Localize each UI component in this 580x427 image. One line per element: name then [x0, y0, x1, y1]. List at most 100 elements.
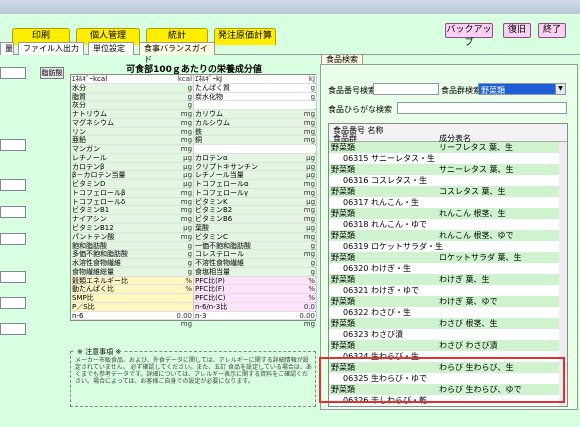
- tab-quantity[interactable]: 量: [0, 42, 14, 55]
- nutrition-label: [194, 101, 263, 109]
- nutrition-label: 一価不飽和脂肪酸: [195, 241, 251, 250]
- nutrition-unit: mg: [303, 232, 316, 241]
- list-item[interactable]: 06316 コスレタス・生: [329, 175, 567, 186]
- nutrition-cell: [194, 145, 317, 153]
- left-field-4[interactable]: [0, 206, 26, 218]
- nutrition-cell: カルシウム mg: [194, 118, 317, 127]
- nutrition-label: たんぱく質: [195, 83, 230, 92]
- nutrition-value: [140, 277, 176, 285]
- left-field-3[interactable]: [0, 179, 26, 191]
- nutrition-value: [140, 119, 176, 127]
- nutrition-cell: PFC比(C)%: [194, 294, 317, 302]
- list-item[interactable]: 06318 れんこん・ゆで: [329, 219, 567, 230]
- tab-file-io[interactable]: ファイル入出力: [18, 42, 84, 55]
- chevron-down-icon[interactable]: ▼: [555, 84, 565, 94]
- list-item[interactable]: 06319 ロケットサラダ・生: [329, 241, 567, 252]
- food-name: 06315 サニーレタス・生: [343, 154, 435, 163]
- notice-box: ※ 注意事項 ※ メーカー市販食品、および、外食データに関しては、アレルギーに関…: [70, 347, 316, 407]
- list-item[interactable]: 野菜類 わさび 根茎、生: [329, 318, 567, 329]
- food-component: わさび 根茎、生: [439, 319, 498, 328]
- list-item[interactable]: 野菜類 わけぎ 葉、生: [329, 274, 567, 285]
- fatty-acid-button[interactable]: 脂肪酸: [40, 67, 64, 79]
- backup-button[interactable]: バックアップ: [445, 23, 493, 48]
- nutrition-value: [263, 145, 299, 153]
- nutrition-unit: mg: [180, 206, 193, 215]
- nutrition-label: ナイアシン: [72, 215, 107, 224]
- nutrition-cell: 脂質 g: [71, 92, 194, 101]
- nutrition-unit: g: [310, 241, 316, 250]
- nutrition-value: [140, 93, 176, 101]
- left-field-5[interactable]: [0, 233, 26, 245]
- nutrition-cell: ナイアシン mg: [71, 215, 194, 223]
- nutrition-unit: mg: [180, 188, 193, 197]
- nutrition-label: 飽和脂肪酸: [72, 241, 107, 250]
- left-field-2[interactable]: [0, 139, 26, 151]
- nutrition-value: [263, 93, 299, 101]
- nutrition-label: 炭水化物: [195, 92, 223, 101]
- food-name: 06318 れんこん・ゆで: [343, 220, 427, 229]
- food-component: リーフレタス 葉、生: [439, 143, 514, 152]
- nutrition-unit: mg: [303, 180, 316, 189]
- list-item[interactable]: 野菜類 コスレタス 葉、生: [329, 186, 567, 197]
- food-name: 06319 ロケットサラダ・生: [343, 242, 443, 251]
- nutrition-value: [140, 206, 176, 214]
- list-item[interactable]: 06321 わけぎ・ゆで: [329, 285, 567, 296]
- nutrition-cell: カロテンβ μg: [71, 162, 194, 171]
- sub-tab-bar: 量 ファイル入出力 単位設定 食事バランスガイド: [0, 42, 580, 64]
- hiragana-input[interactable]: [397, 102, 567, 114]
- list-item[interactable]: 06322 わさび・生: [329, 307, 567, 318]
- list-item[interactable]: 06323 わさび漬: [329, 329, 567, 340]
- list-item[interactable]: 野菜類 れんこん 根茎、ゆで: [329, 230, 567, 241]
- food-number-input[interactable]: [373, 83, 439, 95]
- nutrition-label: 水溶性食物繊維: [72, 259, 121, 267]
- food-component: コスレタス 葉、生: [439, 187, 506, 196]
- nutrition-cell: 銅 mg: [194, 136, 317, 144]
- list-item[interactable]: 野菜類 わけぎ 葉、ゆで: [329, 296, 567, 307]
- nutrition-row: 食物繊維総量 g 食塩相当量 g: [71, 267, 317, 277]
- nutrition-unit: [176, 303, 193, 311]
- list-item[interactable]: 06315 サニーレタス・生: [329, 153, 567, 164]
- nutrition-cell: カロテンα μg: [194, 153, 317, 162]
- left-field-8[interactable]: [0, 323, 26, 335]
- list-item[interactable]: 野菜類 サニーレタス 葉、生: [329, 164, 567, 175]
- nutrition-label: カリウム: [195, 110, 223, 118]
- nutrition-cell: 亜鉛 mg: [71, 136, 194, 144]
- nutrition-label: 葉酸: [195, 224, 209, 232]
- nutrition-unit: %: [308, 285, 316, 294]
- nutrition-label: 動たんぱく比: [72, 285, 114, 294]
- nutrition-label: n-6/n-3比: [195, 302, 228, 311]
- tab-unit-settings[interactable]: 単位設定: [88, 42, 134, 55]
- list-item[interactable]: 06317 れんこん・生: [329, 197, 567, 208]
- nutrition-unit: mg: [303, 118, 316, 127]
- list-item[interactable]: 野菜類 わさび わさび漬: [329, 340, 567, 351]
- food-name: 06317 れんこん・生: [343, 198, 419, 207]
- nutrition-label: マンガン: [72, 145, 100, 153]
- nutrition-cell: 動たんぱく比%: [71, 285, 194, 293]
- nutrition-unit: mg: [303, 206, 316, 215]
- list-item[interactable]: 野菜類 わらび 干しわらび、乾: [329, 406, 567, 407]
- nutrition-unit: %: [308, 276, 316, 285]
- list-item[interactable]: 野菜類 れんこん 根茎、生: [329, 208, 567, 219]
- food-group-select[interactable]: 野菜類 ▼: [478, 83, 566, 95]
- left-field-6[interactable]: [0, 271, 26, 283]
- nutrition-row: ビタミンB12 μg 葉酸 μg: [71, 224, 317, 233]
- exit-button[interactable]: 終了: [538, 23, 566, 38]
- list-item[interactable]: 野菜類 リーフレタス 葉、生: [329, 142, 567, 153]
- list-item[interactable]: 06320 わけぎ・生: [329, 263, 567, 274]
- food-group: 野菜類: [331, 406, 355, 407]
- restore-button[interactable]: 復旧: [503, 23, 531, 38]
- nutrition-cell: トコフェロールβ mg: [71, 188, 194, 197]
- tab-balance-guide[interactable]: 食事バランスガイド: [139, 42, 215, 64]
- nutrition-label: トコフェロールα: [195, 180, 249, 188]
- left-field-7[interactable]: [0, 297, 26, 309]
- nutrition-value: [263, 163, 299, 171]
- list-item[interactable]: 野菜類 ロケットサラダ 葉、生: [329, 252, 567, 263]
- nutrition-unit: μg: [183, 162, 193, 171]
- nutrition-cell: たんぱく質 g: [194, 83, 317, 92]
- nutrition-cell: 炭水化物 g: [194, 92, 317, 101]
- nutrition-cell: ビタミンK μg: [194, 197, 317, 206]
- nutrition-unit: μg: [306, 224, 316, 233]
- nutrition-cell: リン mg: [71, 127, 194, 135]
- nutrition-row: トコフェロールδ mg ビタミンK μg: [71, 197, 317, 207]
- left-field-1[interactable]: [0, 67, 26, 79]
